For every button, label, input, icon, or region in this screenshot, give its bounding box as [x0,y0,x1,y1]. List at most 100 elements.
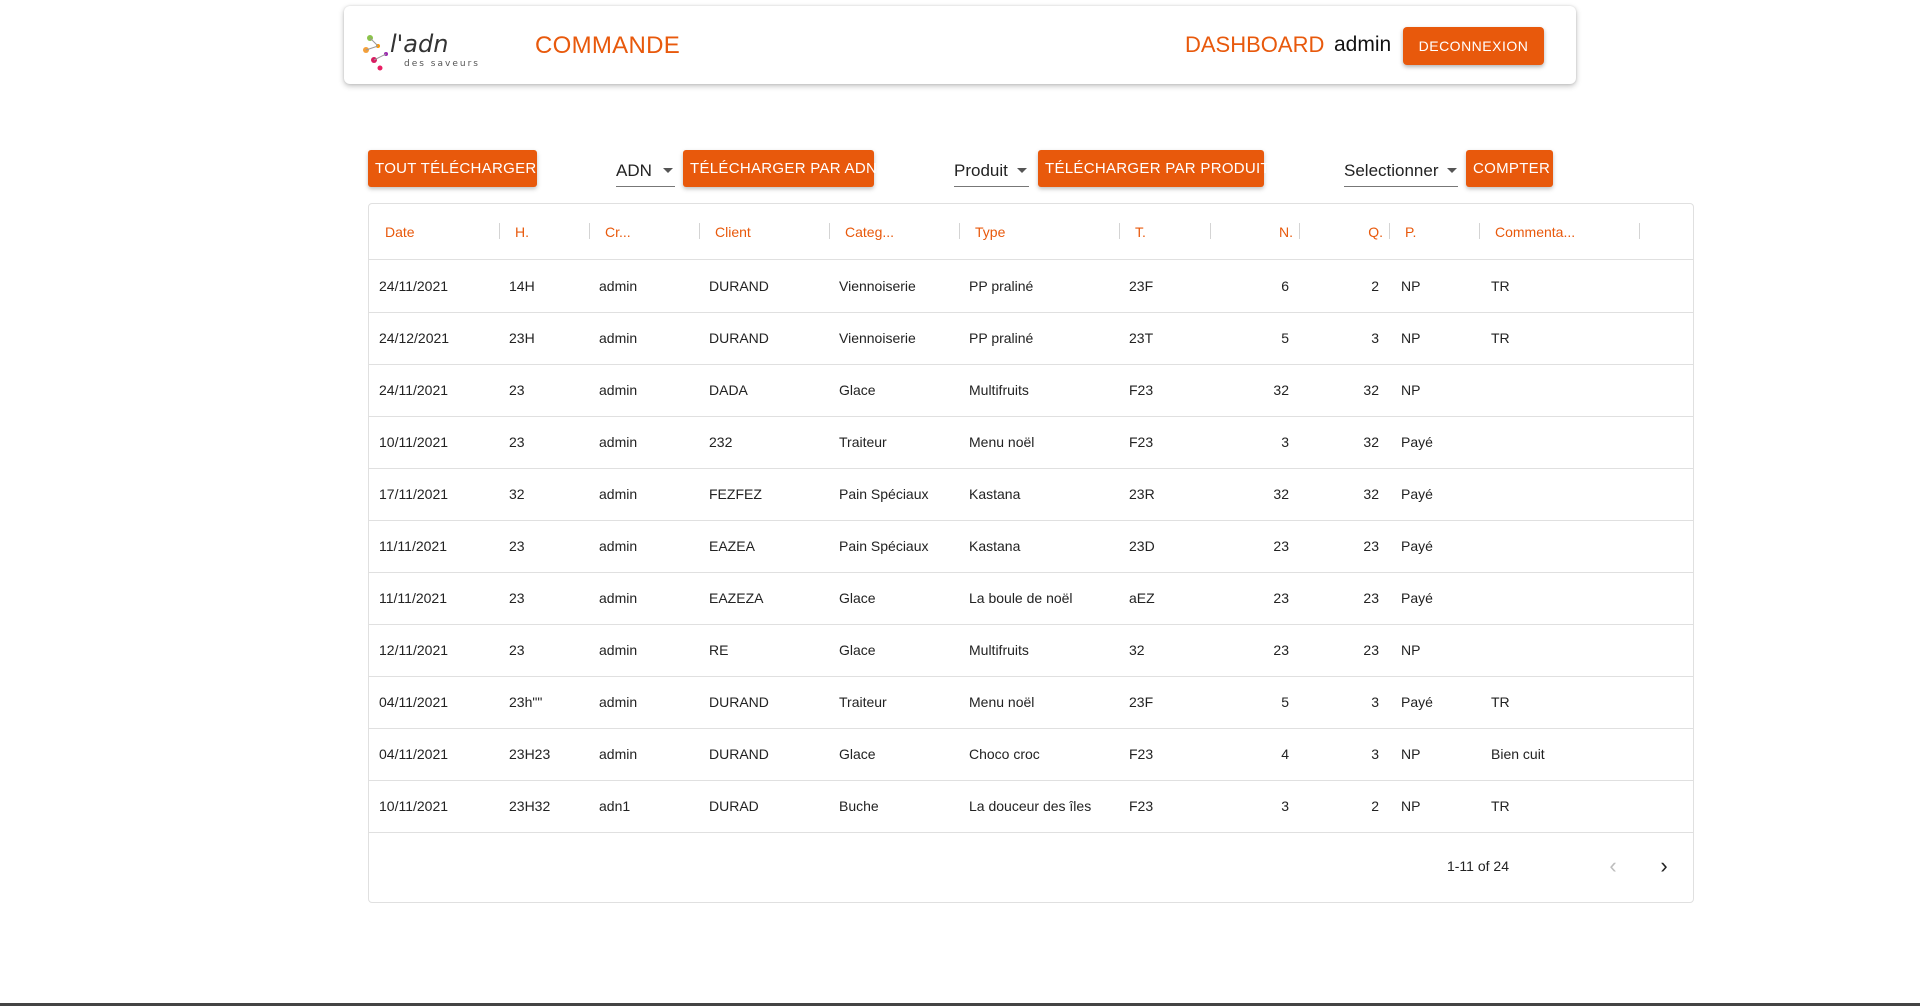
cell-n: 23 [1273,642,1289,658]
column-separator[interactable] [1210,223,1211,239]
cell-hour: 14H [509,278,535,294]
table-row[interactable]: 04/11/2021 23h"" admin DURAND Traiteur Menu n… [369,677,1693,729]
table-header: Date H. Cr... Client Categ... Type T. N. Q. P. Com… [369,204,1693,260]
logo-subtext: des saveurs [404,59,480,69]
table-row[interactable]: 12/11/2021 23 admin RE Glace Multifruits 32 23 2… [369,625,1693,677]
count-select-value: Selectionner [1344,160,1439,180]
cell-q: 32 [1363,434,1379,450]
cell-q: 23 [1363,590,1379,606]
cell-hour: 32 [509,486,525,502]
cell-hour: 23 [509,538,525,554]
cell-hour: 23h"" [509,694,543,710]
cell-q: 3 [1371,694,1379,710]
column-header-n[interactable]: N. [1279,224,1293,240]
count-button[interactable]: COMPTER [1466,150,1553,187]
column-separator[interactable] [1639,223,1640,239]
column-separator[interactable] [699,223,700,239]
cell-type: Multifruits [969,642,1029,658]
product-select[interactable]: Produit [954,155,1029,187]
table-row[interactable]: 24/11/2021 14H admin DURAND Viennoiserie PP p… [369,261,1693,313]
cell-category: Glace [839,382,876,398]
pagination-range: 1-11 of 24 [1446,858,1509,874]
table-row[interactable]: 04/11/2021 23H23 admin DURAND Glace Choco cro… [369,729,1693,781]
cell-n: 32 [1273,486,1289,502]
cell-client: DURAND [709,694,769,710]
cell-q: 2 [1371,798,1379,814]
dashboard-link[interactable]: DASHBOARD [1185,32,1324,58]
column-header-creator[interactable]: Cr... [605,224,631,240]
column-separator[interactable] [959,223,960,239]
cell-t: F23 [1129,382,1154,398]
dropdown-arrow-icon [1017,168,1027,173]
cell-category: Pain Spéciaux [839,486,929,502]
cell-n: 6 [1281,278,1289,294]
download-by-product-button[interactable]: TÉLÉCHARGER PAR PRODUIT [1038,150,1270,187]
adn-select[interactable]: ADN [616,155,675,187]
cell-date: 10/11/2021 [379,798,449,814]
logout-button[interactable]: DECONNEXION [1403,27,1544,65]
table-row[interactable]: 24/11/2021 23 admin DADA Glace Multifruits F23… [369,365,1693,417]
current-username: admin [1334,33,1392,56]
cell-type: Kastana [969,538,1021,554]
cell-type: PP praliné [969,278,1034,294]
table-row[interactable]: 11/11/2021 23 admin EAZEZA Glace La boule de … [369,573,1693,625]
cell-client: RE [709,642,729,658]
cell-client: DURAND [709,746,769,762]
cell-client: EAZEZA [709,590,764,606]
cell-creator: admin [599,590,638,606]
cell-creator: admin [599,694,638,710]
column-separator[interactable] [1479,223,1480,239]
cell-comment: TR [1491,798,1510,814]
column-separator[interactable] [1389,223,1390,239]
cell-date: 12/11/2021 [379,642,449,658]
cell-n: 23 [1273,538,1289,554]
table-row[interactable]: 24/12/2021 23H admin DURAND Viennoiserie PP p… [369,313,1693,365]
cell-client: DURAND [709,330,769,346]
orders-table: Date H. Cr... Client Categ... Type T. N. Q. P. Com… [368,203,1694,903]
cell-hour: 23 [509,434,525,450]
column-separator[interactable] [1299,223,1300,239]
cell-n: 4 [1281,746,1289,762]
table-row[interactable]: 10/11/2021 23H32 adn1 DURAD Buche La douceur … [369,781,1693,833]
column-separator[interactable] [1119,223,1120,239]
column-header-hour[interactable]: H. [515,224,529,240]
column-separator[interactable] [499,223,500,239]
cell-category: Traiteur [839,694,887,710]
cell-category: Glace [839,642,876,658]
column-header-date[interactable]: Date [385,224,415,240]
table-row[interactable]: 11/11/2021 23 admin EAZEA Pain Spéciaux Kasta… [369,521,1693,573]
column-header-comment[interactable]: Commenta... [1495,224,1575,240]
cell-p: Payé [1401,694,1433,710]
chevron-left-icon[interactable]: ‹ [1601,854,1625,878]
cell-creator: admin [599,538,638,554]
cell-q: 32 [1363,382,1379,398]
column-header-q[interactable]: Q. [1368,224,1383,240]
column-header-client[interactable]: Client [715,224,751,240]
column-header-category[interactable]: Categ... [845,224,894,240]
count-select[interactable]: Selectionner [1344,155,1458,187]
cell-p: NP [1401,746,1421,762]
cell-comment: Bien cuit [1491,746,1545,762]
cell-creator: admin [599,330,638,346]
table-row[interactable]: 10/11/2021 23 admin 232 Traiteur Menu noël F23… [369,417,1693,469]
column-header-t[interactable]: T. [1135,224,1146,240]
cell-n: 5 [1281,330,1289,346]
cell-date: 04/11/2021 [379,746,449,762]
column-separator[interactable] [829,223,830,239]
cell-q: 2 [1371,278,1379,294]
cell-t: F23 [1129,434,1154,450]
column-separator[interactable] [589,223,590,239]
column-header-p[interactable]: P. [1405,224,1416,240]
cell-date: 10/11/2021 [379,434,449,450]
download-all-button[interactable]: TOUT TÉLÉCHARGER [368,150,537,187]
cell-creator: admin [599,434,638,450]
chevron-right-icon[interactable]: › [1652,854,1676,878]
cell-type: Kastana [969,486,1021,502]
table-row[interactable]: 17/11/2021 32 admin FEZFEZ Pain Spéciaux Kast… [369,469,1693,521]
download-by-adn-button[interactable]: TÉLÉCHARGER PAR ADN [683,150,877,187]
cell-t: F23 [1129,798,1154,814]
cell-category: Buche [839,798,879,814]
cell-category: Pain Spéciaux [839,538,929,554]
cell-hour: 23H [509,330,535,346]
column-header-type[interactable]: Type [975,224,1005,240]
